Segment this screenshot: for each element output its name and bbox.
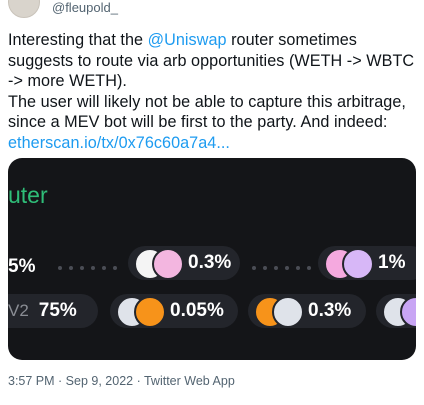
tweet-paragraph-2: The user will likely not be able to capt… (8, 92, 406, 152)
pool-fee: 1% (378, 252, 406, 273)
tweet-client: Twitter Web App (143, 374, 235, 388)
tweet-date[interactable]: Sep 9, 2022 (66, 374, 133, 388)
route-dots (252, 266, 311, 270)
route-share-pill: V2 75% (8, 294, 98, 328)
row1-left-percent: 5% (8, 256, 36, 277)
tweet-meta: 3:57 PM · Sep 9, 2022 · Twitter Web App (8, 374, 235, 388)
pool-fee: 0.3% (308, 300, 352, 321)
bitcoin-icon (134, 296, 166, 328)
tweet-text: Interesting that the @Uniswap router som… (8, 30, 420, 153)
pool-pill-cut (376, 294, 416, 328)
uniswap-mention-link[interactable]: @Uniswap (148, 31, 227, 49)
pool-pill-weth-wbtc: 0.05% (110, 294, 238, 328)
router-title: uter (8, 182, 48, 208)
version-label: V2 (8, 301, 29, 320)
route-dots (58, 266, 117, 270)
token-icon (342, 248, 374, 280)
ethereum-icon (272, 296, 304, 328)
pool-pill-wbtc-weth-2: 0.3% (248, 294, 366, 328)
media-image[interactable]: uter 5% 0.3% 1% V2 75% 0.05% 0.3% (8, 158, 416, 360)
token-pair-icon (134, 248, 184, 280)
tweet-paragraph-1: Interesting that the @Uniswap router som… (8, 31, 415, 90)
etherscan-link[interactable]: etherscan.io/tx/0x76c60a7a4... (8, 134, 230, 152)
pool-pill-right: 1% (318, 246, 416, 280)
pool-fee: 0.05% (170, 300, 224, 321)
tweet-time[interactable]: 3:57 PM (8, 374, 55, 388)
pool-pill-wbtc-weth: 0.3% (128, 246, 240, 280)
token-pair-icon (254, 296, 304, 328)
token-pair-icon (324, 248, 374, 280)
token-pair-icon (116, 296, 166, 328)
token-pair-icon (382, 296, 416, 328)
token-icon (152, 248, 184, 280)
author-handle[interactable]: @fleupold_ (52, 0, 118, 15)
route-share: 75% (38, 300, 77, 321)
avatar[interactable] (8, 0, 40, 18)
pool-fee: 0.3% (188, 252, 232, 273)
